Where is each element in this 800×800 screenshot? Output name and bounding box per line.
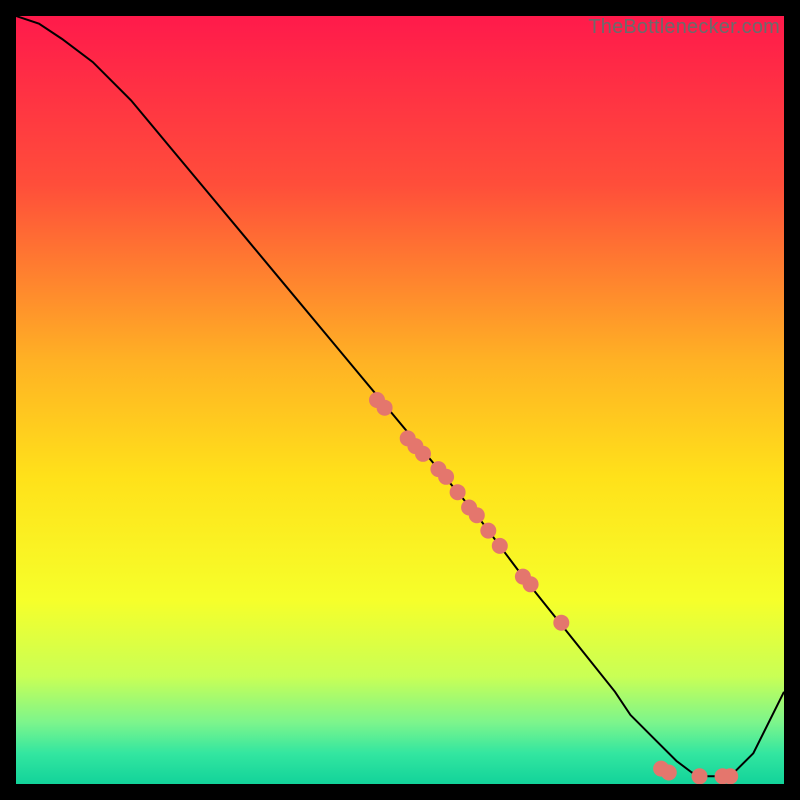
scatter-point xyxy=(438,469,454,485)
scatter-point xyxy=(377,400,393,416)
scatter-point xyxy=(722,768,738,784)
scatter-point xyxy=(450,484,466,500)
chart-background xyxy=(16,16,784,784)
scatter-point xyxy=(480,523,496,539)
scatter-point xyxy=(492,538,508,554)
chart-frame: TheBottlenecker.com xyxy=(16,16,784,784)
scatter-point xyxy=(553,615,569,631)
scatter-point xyxy=(661,765,677,781)
watermark-text: TheBottlenecker.com xyxy=(588,16,780,39)
chart-svg xyxy=(16,16,784,784)
scatter-point xyxy=(469,507,485,523)
scatter-point xyxy=(692,768,708,784)
scatter-point xyxy=(415,446,431,462)
scatter-point xyxy=(523,576,539,592)
